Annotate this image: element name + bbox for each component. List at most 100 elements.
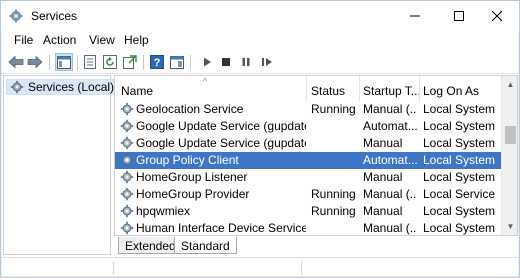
- toolbar-separator: [49, 55, 50, 70]
- forward-arrow-icon: [27, 55, 43, 69]
- close-button[interactable]: [475, 1, 519, 31]
- minimize-icon: [410, 15, 420, 17]
- services-window: Services File Action View Help ? Service…: [0, 0, 520, 278]
- service-startup-type: Manual (...: [363, 221, 417, 235]
- title-bar[interactable]: Services: [1, 1, 519, 31]
- gear-icon: [120, 119, 134, 133]
- service-startup-type: Manual: [363, 170, 403, 184]
- tab-standard[interactable]: Standard: [174, 237, 237, 254]
- export-list-icon: [123, 55, 137, 69]
- tree-item-label: Services (Local): [28, 80, 115, 94]
- services-table-body: Geolocation Service Running Manual (... Loc…: [115, 101, 501, 235]
- service-name: Google Update Service (gupdate...: [136, 136, 306, 150]
- gear-icon: [120, 170, 134, 184]
- toolbar-separator: [190, 55, 191, 70]
- service-log-on-as: Local System: [423, 204, 496, 218]
- gear-icon: [10, 80, 24, 94]
- window-title: Services: [31, 9, 78, 23]
- table-row[interactable]: HomeGroup Provider Running Manual (... Loca…: [115, 186, 501, 203]
- toolbar: ?: [1, 50, 519, 74]
- status-bar-divider: [113, 261, 114, 275]
- close-icon: [492, 11, 502, 21]
- forward-button[interactable]: [26, 53, 44, 71]
- gear-icon: [120, 102, 134, 116]
- service-log-on-as: Local System: [423, 102, 496, 116]
- properties-button[interactable]: [81, 53, 99, 71]
- menu-action[interactable]: Action: [43, 33, 76, 47]
- table-row[interactable]: Google Update Service (gupdate) Automat..…: [115, 118, 501, 135]
- back-arrow-icon: [8, 55, 24, 69]
- service-name: HomeGroup Provider: [136, 187, 250, 201]
- service-startup-type: Manual (...: [363, 187, 417, 201]
- stop-service-button[interactable]: [217, 53, 235, 71]
- refresh-button[interactable]: [101, 53, 119, 71]
- menu-view[interactable]: View: [89, 33, 115, 47]
- svg-text:?: ?: [154, 57, 161, 69]
- service-startup-type: Automat...: [363, 153, 417, 167]
- start-service-button[interactable]: [198, 53, 216, 71]
- service-name: Group Policy Client: [136, 153, 239, 167]
- console-tree-button[interactable]: [55, 53, 73, 71]
- service-log-on-as: Local System: [423, 119, 496, 133]
- console-tree-pane: Services (Local): [3, 75, 119, 255]
- gear-icon: [120, 187, 134, 201]
- table-row[interactable]: Group Policy Client Automat... Local Syste…: [115, 152, 501, 169]
- service-startup-type: Automat...: [363, 119, 417, 133]
- service-name: Human Interface Device Service: [136, 221, 306, 235]
- view-tabs: Extended Standard: [114, 237, 518, 255]
- table-row[interactable]: HomeGroup Listener Manual Local System: [115, 169, 501, 186]
- services-list-pane: ^ Name Status Startup T... Log On As Geo…: [114, 75, 518, 236]
- pause-service-icon: [242, 58, 250, 66]
- service-log-on-as: Local System: [423, 221, 496, 235]
- column-divider[interactable]: [359, 76, 360, 102]
- scrollbar-thumb[interactable]: [505, 126, 516, 144]
- gear-icon: [9, 9, 23, 23]
- properties-icon: [84, 55, 96, 69]
- service-name: Geolocation Service: [136, 102, 244, 116]
- back-button[interactable]: [7, 53, 25, 71]
- service-startup-type: Manual: [363, 136, 403, 150]
- service-startup-type: Manual (...: [363, 102, 417, 116]
- service-log-on-as: Local System: [423, 136, 496, 150]
- tree-item-services-local[interactable]: Services (Local): [6, 79, 119, 95]
- gear-icon: [120, 136, 134, 150]
- service-name: HomeGroup Listener: [136, 170, 248, 184]
- pause-service-button[interactable]: [237, 53, 255, 71]
- export-list-button[interactable]: [121, 53, 139, 71]
- maximize-icon: [454, 11, 464, 21]
- column-header-log-on-as[interactable]: Log On As: [423, 84, 501, 98]
- service-name: hpqwmiex: [136, 204, 191, 218]
- scroll-up-arrow-icon[interactable]: ▲: [502, 76, 517, 93]
- console-tree-icon: [57, 55, 71, 69]
- column-header-name[interactable]: Name: [121, 84, 301, 98]
- menu-help[interactable]: Help: [124, 33, 149, 47]
- restart-service-icon: [262, 58, 272, 66]
- menu-bar: File Action View Help: [1, 31, 519, 49]
- help-button[interactable]: ?: [148, 53, 166, 71]
- table-row[interactable]: hpqwmiex Running Manual Local System: [115, 203, 501, 220]
- column-divider[interactable]: [419, 76, 420, 102]
- show-action-pane-button[interactable]: [168, 53, 186, 71]
- service-startup-type: Manual: [363, 204, 403, 218]
- column-header-status[interactable]: Status: [311, 84, 359, 98]
- tab-extended[interactable]: Extended: [118, 237, 183, 254]
- service-status: Running: [311, 204, 356, 218]
- minimize-button[interactable]: [393, 1, 437, 31]
- gear-icon: [120, 204, 134, 218]
- show-action-pane-icon: [170, 55, 184, 69]
- restart-service-button[interactable]: [258, 53, 276, 71]
- service-log-on-as: Local System: [423, 170, 496, 184]
- service-log-on-as: Local Service: [423, 187, 496, 201]
- table-row[interactable]: Google Update Service (gupdate... Manual L…: [115, 135, 501, 152]
- start-service-icon: [204, 57, 211, 67]
- menu-file[interactable]: File: [14, 33, 33, 47]
- vertical-scrollbar[interactable]: ▲ ▼: [501, 76, 517, 235]
- column-divider[interactable]: [306, 76, 307, 102]
- service-name: Google Update Service (gupdate): [136, 119, 306, 133]
- refresh-icon: [103, 55, 117, 69]
- column-header-startup-type[interactable]: Startup T...: [363, 84, 419, 98]
- column-headers: ^ Name Status Startup T... Log On As: [115, 76, 501, 102]
- table-row[interactable]: Geolocation Service Running Manual (... Loc…: [115, 101, 501, 118]
- table-row[interactable]: Human Interface Device Service Manual (..…: [115, 220, 501, 235]
- scroll-down-arrow-icon[interactable]: ▼: [502, 218, 517, 235]
